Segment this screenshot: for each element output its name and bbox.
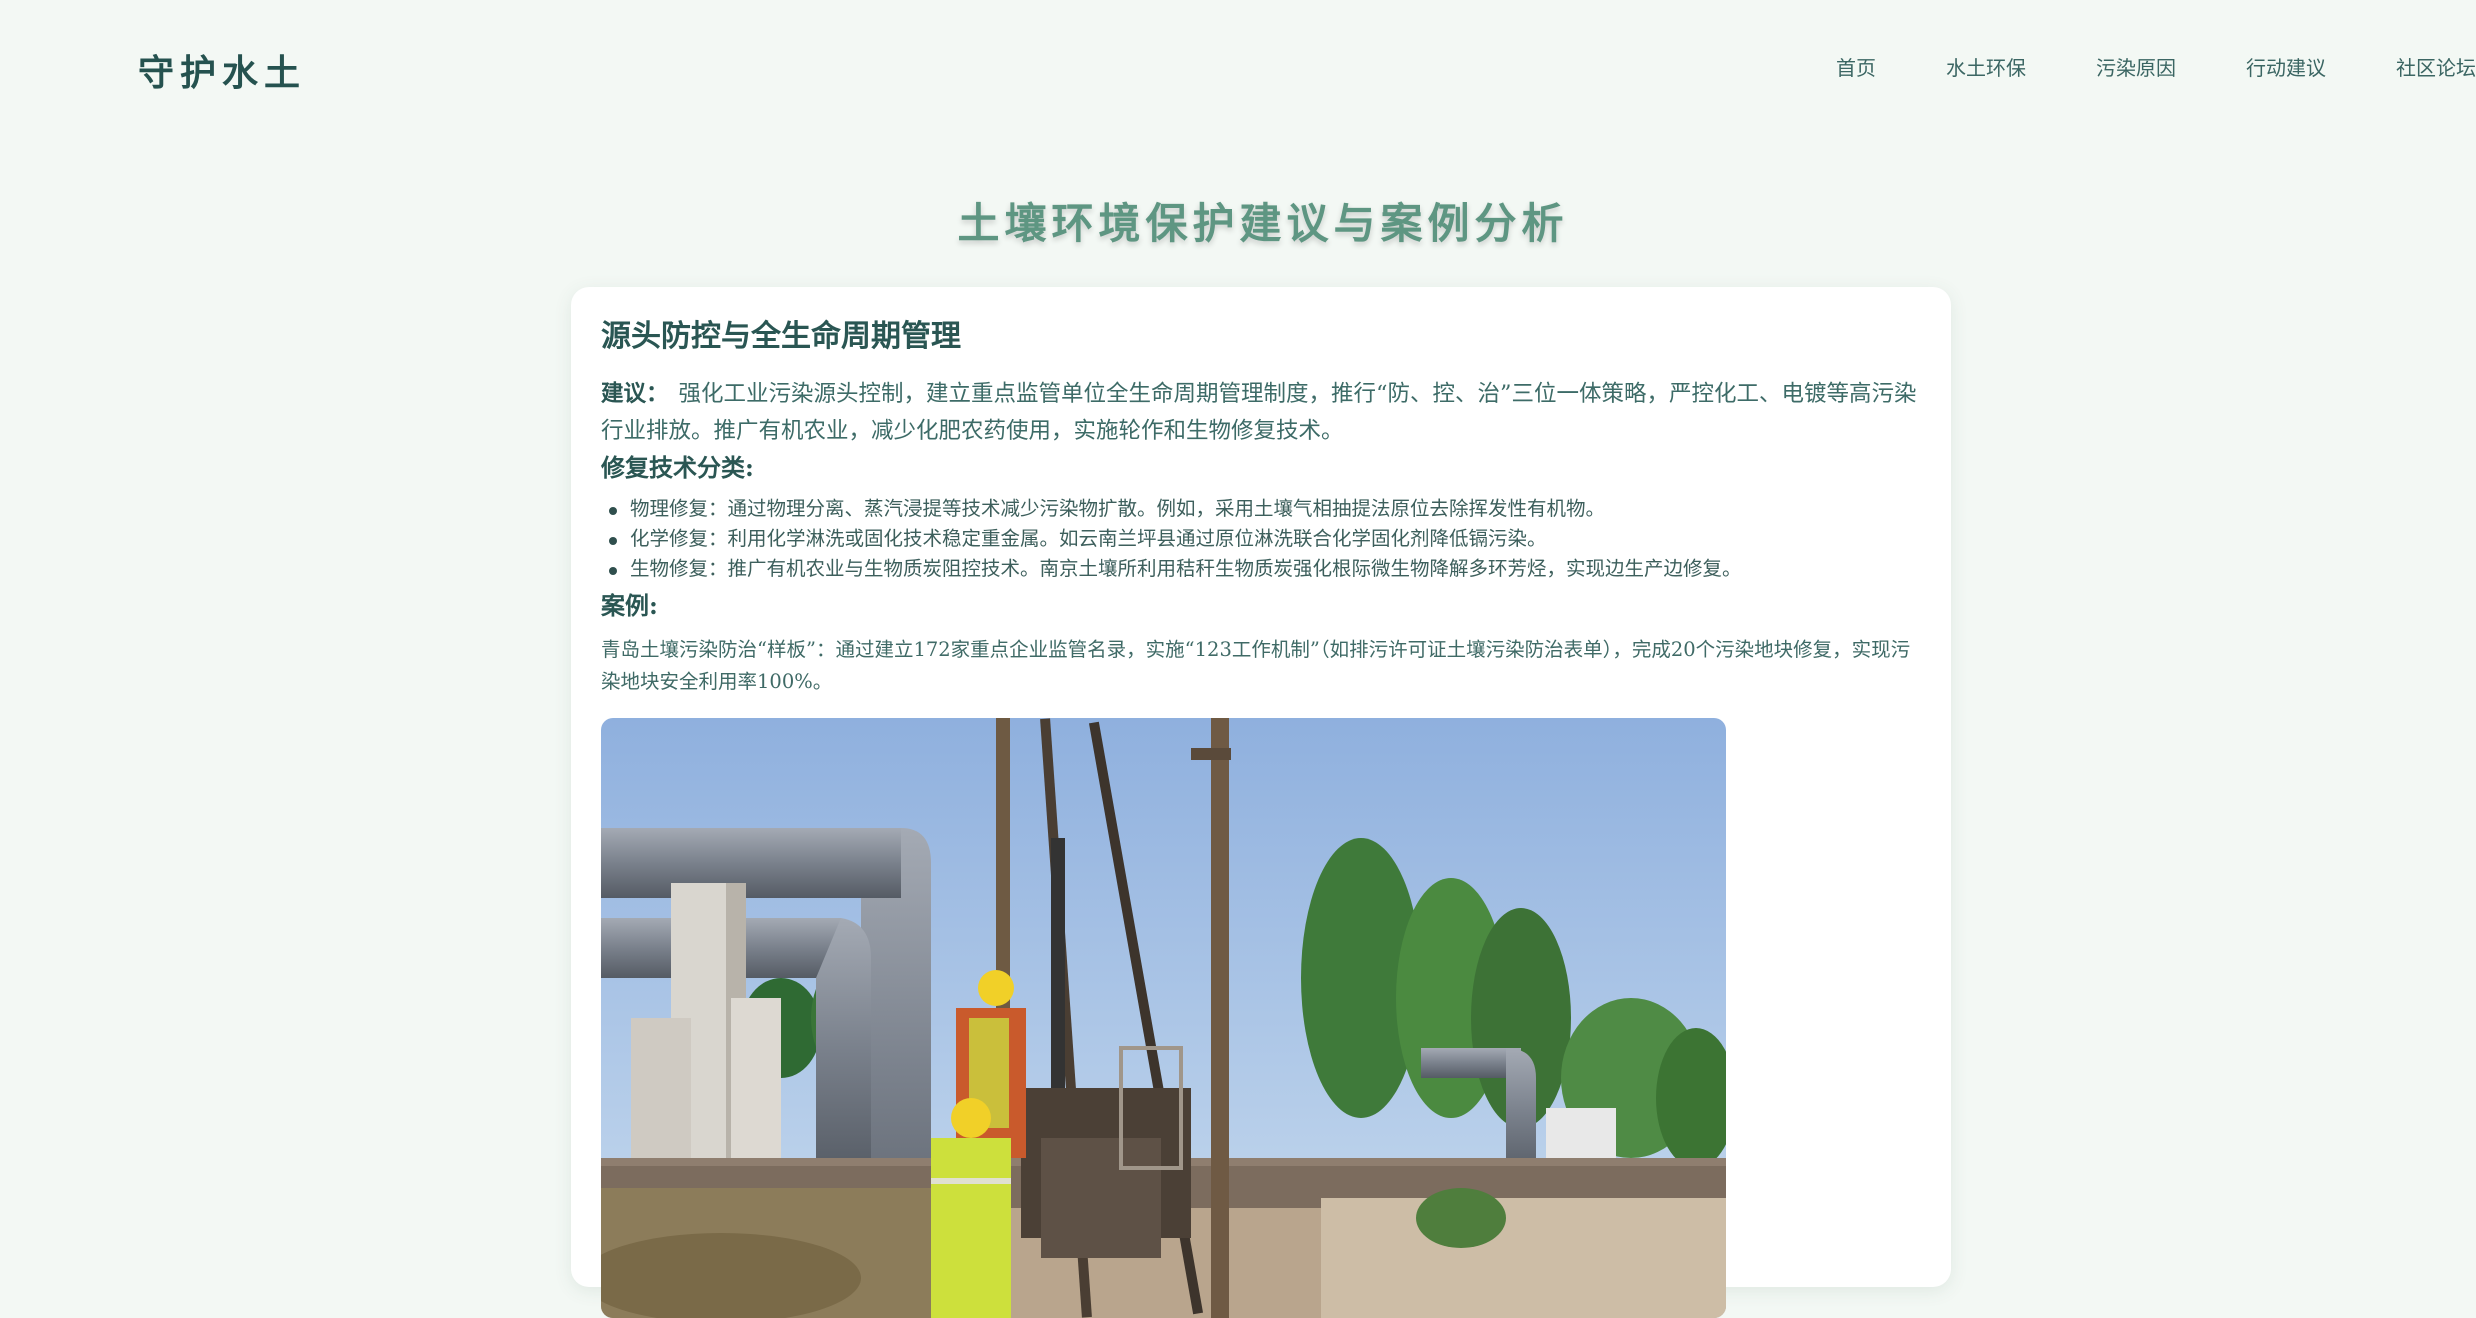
content-card: 源头防控与全生命周期管理 建议： 强化工业污染源头控制，建立重点监管单位全生命周期… bbox=[571, 287, 1951, 1318]
main-nav: 首页 水土环保 污染原因 行动建议 社区论坛 bbox=[1836, 52, 2476, 82]
nav-home[interactable]: 首页 bbox=[1836, 52, 1876, 82]
top-navigation-bar: 守护水土 首页 水土环保 污染原因 行动建议 社区论坛 bbox=[0, 0, 2476, 135]
section-title: 源头防控与全生命周期管理 bbox=[601, 319, 961, 354]
advice-text: 强化工业污染源头控制，建立重点监管单位全生命周期管理制度，推行“防、控、治”三位… bbox=[601, 381, 1917, 444]
nav-action-advice[interactable]: 行动建议 bbox=[2246, 52, 2326, 82]
list-item: 物理修复：通过物理分离、蒸汽浸提等技术减少污染物扩散。例如，采用土壤气相抽提法原… bbox=[601, 494, 1931, 524]
nav-water-soil[interactable]: 水土环保 bbox=[1946, 52, 2026, 82]
list-item: 化学修复：利用化学淋洗或固化技术稳定重金属。如云南兰坪县通过原位淋洗联合化学固化… bbox=[601, 524, 1931, 554]
list-item: 生物修复：推广有机农业与生物质炭阻控技术。南京土壤所利用秸秆生物质炭强化根际微生… bbox=[601, 554, 1931, 584]
soil-drilling-photo bbox=[601, 718, 1726, 1318]
case-heading: 案例: bbox=[601, 591, 658, 620]
site-logo[interactable]: 守护水土 bbox=[138, 44, 306, 96]
tech-list: 物理修复：通过物理分离、蒸汽浸提等技术减少污染物扩散。例如，采用土壤气相抽提法原… bbox=[601, 494, 1931, 584]
case-text: 青岛土壤污染防治“样板”：通过建立172家重点企业监管名录，实施“123工作机制… bbox=[601, 638, 1911, 693]
advice-paragraph: 建议： 强化工业污染源头控制，建立重点监管单位全生命周期管理制度，推行“防、控、治… bbox=[601, 376, 1931, 450]
tech-heading: 修复技术分类: bbox=[601, 453, 754, 482]
page-title: 土壤环境保护建议与案例分析 bbox=[957, 199, 1569, 248]
nav-community-forum[interactable]: 社区论坛 bbox=[2396, 52, 2476, 82]
nav-pollution-causes[interactable]: 污染原因 bbox=[2096, 52, 2176, 82]
advice-label: 建议： bbox=[601, 381, 669, 407]
